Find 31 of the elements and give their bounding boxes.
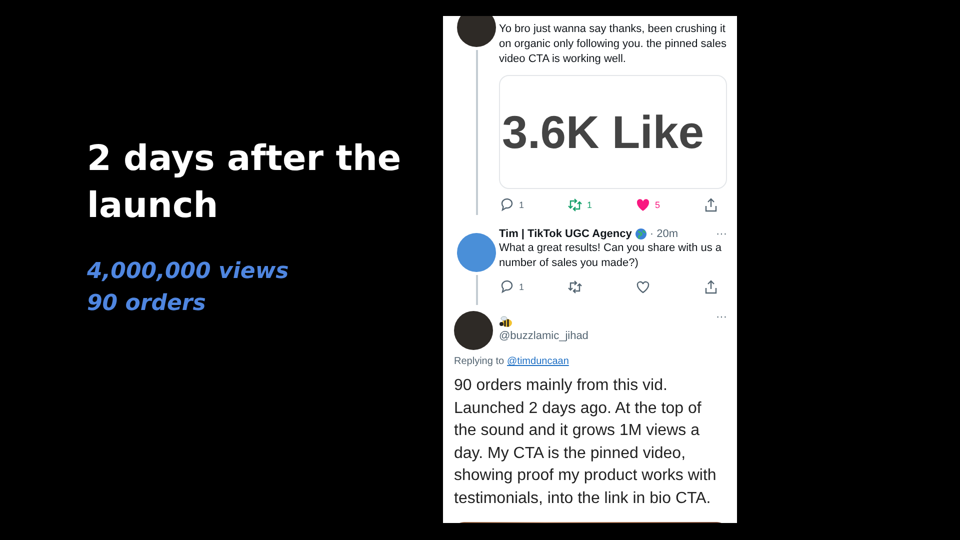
bee-icon[interactable] bbox=[499, 315, 513, 328]
heart-icon[interactable] bbox=[635, 197, 651, 213]
tweet-text: Yo bro just wanna say thanks, been crushing it on organic only following you. the pinned sales video CTA is working well. bbox=[499, 22, 727, 67]
reply-icon[interactable] bbox=[499, 279, 515, 295]
more-button[interactable]: ··· bbox=[716, 311, 727, 323]
tweet-text: What a great results! Can you share with us a number of sales you made?) bbox=[499, 241, 723, 271]
tweet-time: · 20m bbox=[650, 227, 678, 241]
avatar[interactable] bbox=[457, 16, 496, 47]
more-button[interactable]: ··· bbox=[716, 227, 727, 241]
tweet-text: 90 orders mainly from this vid. Launched 2 days ago. At the top of the sound and it grows 1M views a day. My CTA is the pinned video, showing proof my product works with testimonials, into the link in bio CTA. bbox=[454, 376, 718, 508]
media-text: 3.6K Like bbox=[501, 105, 704, 159]
replying-label: Replying to bbox=[454, 356, 504, 367]
action-count: 5 bbox=[655, 200, 660, 210]
retweet-icon[interactable] bbox=[567, 279, 583, 295]
action-count: 1 bbox=[519, 200, 524, 210]
mention-link[interactable]: @timduncaan bbox=[507, 356, 569, 367]
reply-icon[interactable] bbox=[499, 197, 515, 213]
slide-title: 2 days after the launch bbox=[87, 138, 402, 228]
stat-line: 4,000,000 views bbox=[87, 258, 290, 286]
user-name[interactable]: Tim | TikTok UGC Agency bbox=[499, 227, 632, 241]
stat-line: 90 orders bbox=[87, 290, 207, 318]
retweet-icon[interactable] bbox=[567, 197, 583, 213]
share-icon[interactable] bbox=[703, 197, 719, 213]
action-count: 1 bbox=[587, 200, 592, 210]
avatar[interactable] bbox=[454, 311, 493, 350]
globe-icon[interactable] bbox=[634, 228, 647, 240]
share-icon[interactable] bbox=[703, 279, 719, 295]
heart-icon[interactable] bbox=[635, 279, 651, 295]
action-count: 1 bbox=[519, 282, 524, 292]
thread-line bbox=[476, 275, 478, 305]
user-handle[interactable]: @buzzlamic_jihad bbox=[499, 330, 588, 342]
